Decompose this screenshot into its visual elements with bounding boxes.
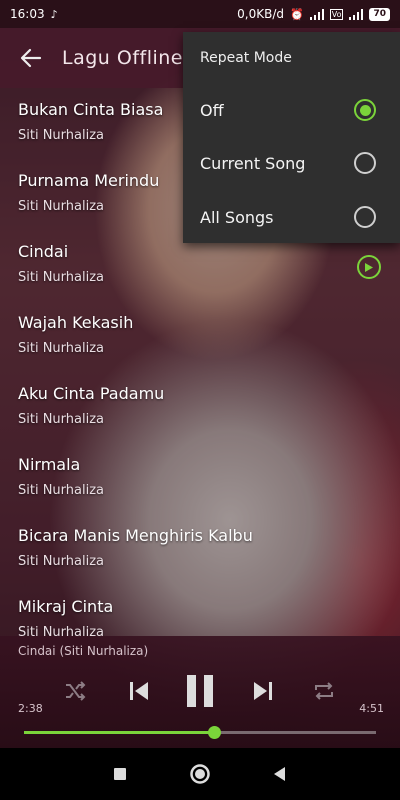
wifi-icon bbox=[349, 8, 364, 20]
song-artist: Siti Nurhaliza bbox=[18, 483, 105, 498]
song-title: Cindai bbox=[18, 242, 69, 261]
seek-bar[interactable] bbox=[24, 726, 376, 739]
alarm-icon: ⏰ bbox=[290, 7, 304, 21]
song-item-mikraj-cinta[interactable]: Mikraj Cinta Siti Nurhaliza bbox=[0, 585, 400, 636]
song-item-nirmala[interactable]: Nirmala Siti Nurhaliza bbox=[0, 443, 400, 514]
song-artist: Siti Nurhaliza bbox=[18, 270, 105, 285]
back-button[interactable] bbox=[0, 28, 62, 88]
option-label: Current Song bbox=[200, 153, 306, 173]
radio-all-songs[interactable] bbox=[354, 206, 376, 228]
elapsed-time: 2:38 bbox=[18, 702, 43, 715]
repeat-mode-title: Repeat Mode bbox=[200, 50, 292, 66]
next-button[interactable] bbox=[248, 676, 278, 706]
song-title: Nirmala bbox=[18, 455, 81, 474]
seek-thumb[interactable] bbox=[208, 726, 222, 739]
song-artist: Siti Nurhaliza bbox=[18, 412, 105, 427]
song-item-bicara-manis[interactable]: Bicara Manis Menghiris Kalbu Siti Nurhal… bbox=[0, 514, 400, 585]
triangle-back-icon bbox=[274, 767, 285, 781]
option-label: All Songs bbox=[200, 207, 274, 227]
page-title: Lagu Offline bbox=[62, 47, 183, 69]
radio-current-song[interactable] bbox=[354, 152, 376, 174]
song-title: Wajah Kekasih bbox=[18, 313, 134, 332]
song-title: Aku Cinta Padamu bbox=[18, 384, 165, 403]
repeat-option-all-songs[interactable]: All Songs bbox=[183, 192, 400, 242]
song-title: Mikraj Cinta bbox=[18, 597, 114, 616]
song-item-aku-cinta-padamu[interactable]: Aku Cinta Padamu Siti Nurhaliza bbox=[0, 372, 400, 443]
status-bar-left: 16:03 ♪ bbox=[10, 7, 58, 21]
repeat-icon bbox=[315, 682, 333, 700]
battery-icon: 70 bbox=[369, 7, 390, 21]
now-playing-label: Cindai (Siti Nurhaliza) bbox=[18, 644, 149, 658]
seek-progress bbox=[24, 731, 215, 734]
song-artist: Siti Nurhaliza bbox=[18, 341, 105, 356]
repeat-mode-menu: Repeat Mode Off Current Song All Songs bbox=[183, 32, 400, 243]
pause-button[interactable] bbox=[180, 671, 220, 711]
status-bar-right: 0,0KB/d ⏰ Vo 70 bbox=[237, 7, 390, 21]
shuffle-icon bbox=[66, 681, 86, 701]
song-item-wajah-kekasih[interactable]: Wajah Kekasih Siti Nurhaliza bbox=[0, 301, 400, 372]
total-duration: 4:51 bbox=[359, 702, 384, 715]
home-button[interactable] bbox=[180, 754, 220, 794]
network-speed: 0,0KB/d bbox=[237, 7, 285, 21]
song-title: Bicara Manis Menghiris Kalbu bbox=[18, 526, 253, 545]
song-artist: Siti Nurhaliza bbox=[18, 625, 105, 636]
skip-previous-icon bbox=[130, 682, 148, 700]
back-arrow-icon bbox=[20, 48, 42, 68]
now-playing-indicator-icon bbox=[357, 255, 381, 279]
song-artist: Siti Nurhaliza bbox=[18, 554, 105, 569]
radio-off[interactable] bbox=[354, 99, 376, 121]
volte-icon: Vo bbox=[329, 8, 344, 20]
player-bar: Cindai (Siti Nurhaliza) 2:38 4:51 bbox=[0, 636, 400, 748]
shuffle-button[interactable] bbox=[62, 678, 88, 704]
skip-next-icon bbox=[254, 682, 272, 700]
music-note-icon: ♪ bbox=[50, 7, 58, 21]
circle-icon bbox=[190, 764, 210, 784]
square-icon bbox=[114, 768, 126, 780]
repeat-button[interactable] bbox=[310, 678, 338, 704]
status-time: 16:03 bbox=[10, 7, 45, 21]
repeat-option-off[interactable]: Off bbox=[183, 85, 400, 135]
pause-icon bbox=[187, 675, 213, 707]
back-nav-button[interactable] bbox=[260, 754, 300, 794]
previous-button[interactable] bbox=[124, 676, 154, 706]
recents-button[interactable] bbox=[100, 754, 140, 794]
option-label: Off bbox=[200, 100, 224, 120]
repeat-option-current-song[interactable]: Current Song bbox=[183, 138, 400, 188]
status-bar: 16:03 ♪ 0,0KB/d ⏰ Vo 70 bbox=[0, 0, 400, 28]
system-nav-bar bbox=[0, 748, 400, 800]
signal-icon bbox=[309, 8, 324, 20]
